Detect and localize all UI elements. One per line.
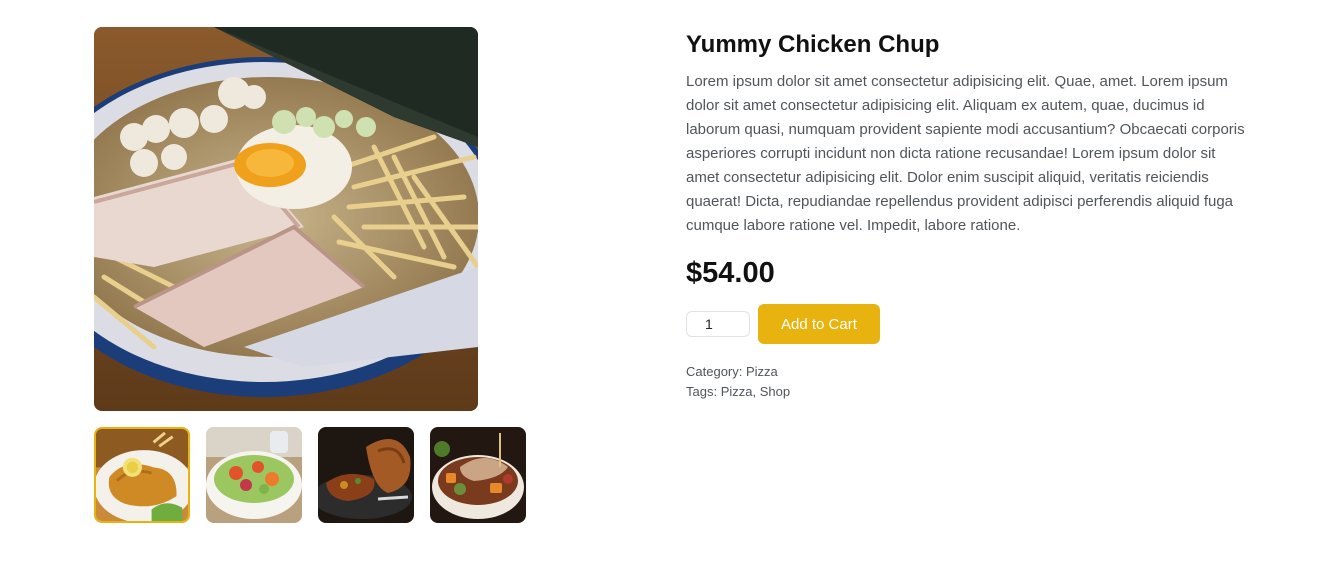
thumbnail-fried-chicken[interactable] (94, 427, 190, 523)
thumbnail-list (94, 427, 526, 523)
thumbnail-roast-chicken[interactable] (318, 427, 414, 523)
quantity-input[interactable] (686, 311, 750, 337)
salad-thumbnail-image (206, 427, 302, 523)
category-line: Category: Pizza (686, 362, 1246, 382)
roast-chicken-thumbnail-image (318, 427, 414, 523)
thumbnail-chicken-bowl[interactable] (430, 427, 526, 523)
main-product-image (94, 27, 478, 411)
add-to-cart-row: Add to Cart (686, 304, 1246, 344)
product-meta: Category: Pizza Tags: Pizza, Shop (686, 362, 1246, 402)
thumbnail-salad[interactable] (206, 427, 302, 523)
category-link[interactable]: Pizza (746, 364, 778, 379)
product-gallery (94, 27, 526, 523)
product-price: $54.00 (686, 257, 775, 289)
tag-link-shop[interactable]: Shop (760, 384, 790, 399)
fried-chicken-thumbnail-image (96, 429, 188, 521)
tags-label: Tags: (686, 384, 718, 399)
tags-line: Tags: Pizza, Shop (686, 382, 1246, 402)
category-label: Category: (686, 364, 743, 379)
add-to-cart-button[interactable]: Add to Cart (758, 304, 880, 344)
tag-separator: , (752, 384, 757, 399)
product-title: Yummy Chicken Chup (686, 31, 940, 58)
ramen-bowl-image (94, 27, 478, 411)
tag-link-pizza[interactable]: Pizza (721, 384, 753, 399)
chicken-bowl-thumbnail-image (430, 427, 526, 523)
product-details: Yummy Chicken Chup Lorem ipsum dolor sit… (686, 30, 1246, 402)
product-description: Lorem ipsum dolor sit amet consectetur a… (686, 73, 1245, 234)
